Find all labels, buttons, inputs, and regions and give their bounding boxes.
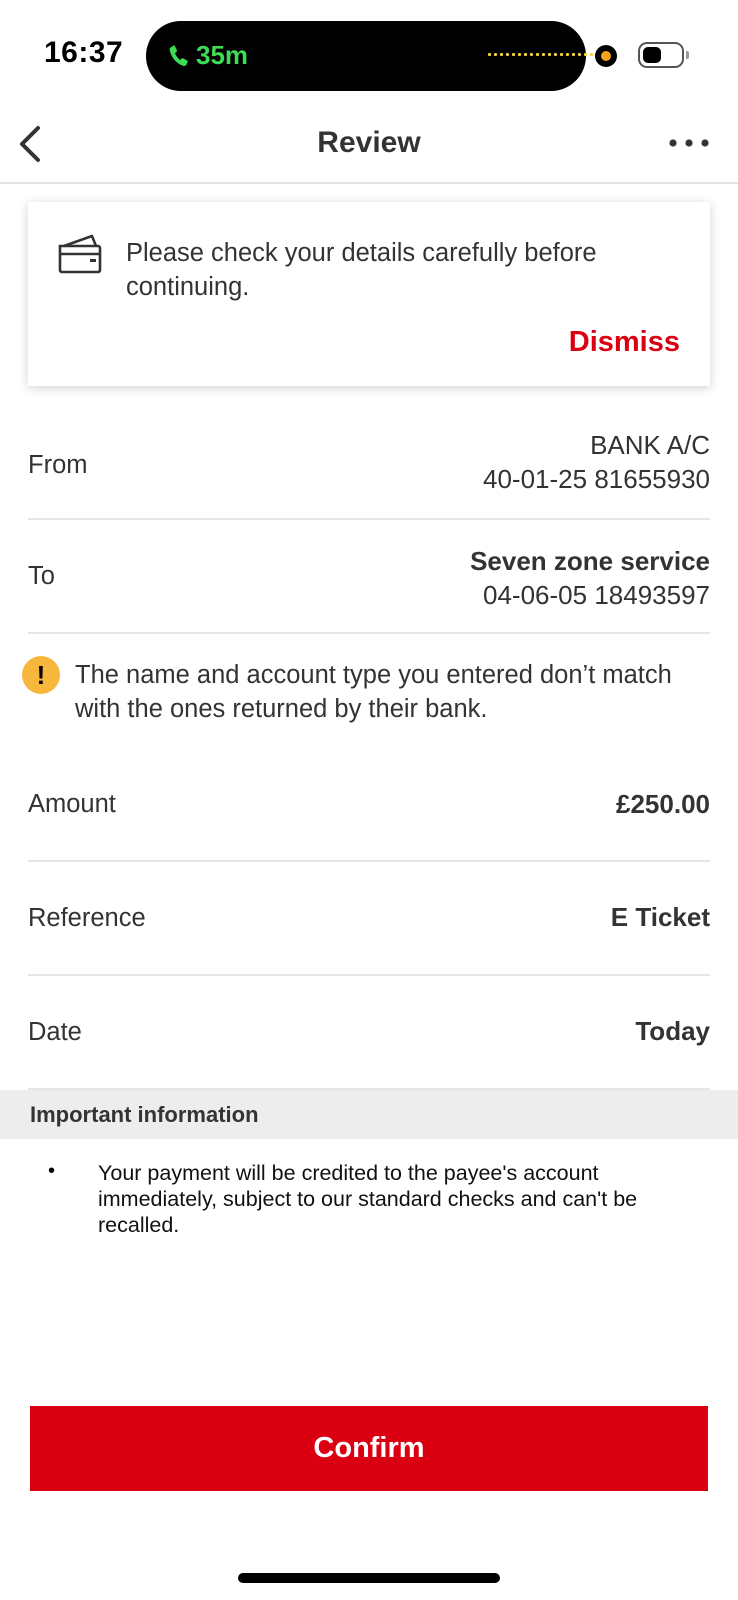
amount-label: Amount	[28, 790, 116, 818]
from-label: From	[28, 451, 88, 479]
date-row: Date Today	[28, 976, 710, 1090]
important-info-header: Important information	[0, 1090, 738, 1139]
status-bar: 16:37 35m	[0, 0, 738, 110]
notice-text: Please check your details carefully befo…	[126, 239, 597, 301]
home-indicator[interactable]	[238, 1573, 500, 1583]
warning-text: The name and account type you entered do…	[75, 661, 672, 723]
to-payee-name: Seven zone service	[470, 546, 710, 576]
page-title: Review	[317, 126, 421, 159]
confirm-button[interactable]: Confirm	[30, 1406, 708, 1491]
amount-value: £250.00	[616, 789, 710, 819]
date-value: Today	[635, 1016, 710, 1046]
from-account-number: 40-01-25 81655930	[483, 464, 710, 494]
to-value: Seven zone service 04-06-05 18493597	[470, 544, 710, 612]
to-account-number: 04-06-05 18493597	[483, 580, 710, 610]
from-account-name: BANK A/C	[590, 430, 710, 460]
bullet: •	[48, 1160, 56, 1182]
mic-in-use-indicator	[595, 45, 617, 67]
reference-value: E Ticket	[610, 902, 710, 932]
more-horizontal-icon[interactable]	[668, 136, 710, 150]
from-value: BANK A/C 40-01-25 81655930	[483, 428, 710, 496]
name-mismatch-warning: ! The name and account type you entered …	[22, 654, 722, 734]
dynamic-island[interactable]: 35m	[146, 21, 593, 91]
phone-icon	[169, 45, 188, 67]
to-label: To	[28, 562, 55, 590]
call-duration: 35m	[196, 40, 249, 70]
date-label: Date	[28, 1018, 82, 1046]
status-time: 16:37	[44, 36, 124, 69]
wallet-card-icon	[58, 234, 102, 274]
exclamation-icon: !	[22, 656, 60, 694]
important-info-title: Important information	[30, 1102, 259, 1127]
battery-icon	[638, 42, 689, 68]
dismiss-button[interactable]: Dismiss	[569, 326, 680, 359]
to-row: To Seven zone service 04-06-05 18493597	[28, 520, 710, 634]
reference-row: Reference E Ticket	[28, 862, 710, 976]
audio-wave-icon	[488, 53, 593, 56]
notice-card: Please check your details carefully befo…	[28, 202, 710, 386]
reference-label: Reference	[28, 904, 146, 932]
amount-row: Amount £250.00	[28, 750, 710, 862]
nav-bar: Review	[0, 110, 738, 184]
from-row: From BANK A/C 40-01-25 81655930	[28, 424, 710, 520]
important-info-text: Your payment will be credited to the pay…	[98, 1161, 638, 1237]
